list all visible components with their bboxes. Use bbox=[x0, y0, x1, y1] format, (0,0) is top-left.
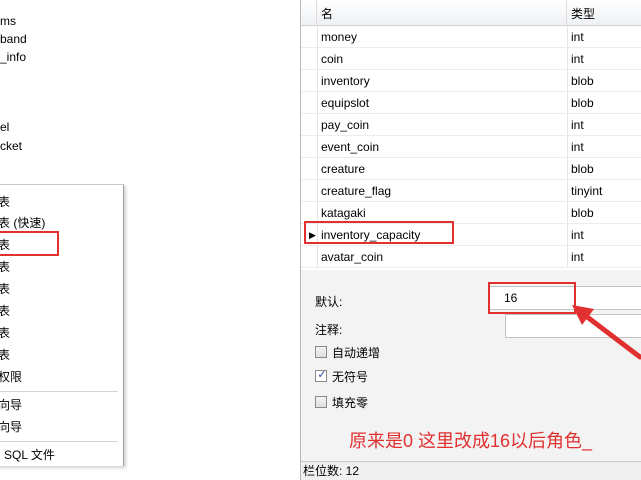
menu-item[interactable]: 表 bbox=[0, 300, 120, 322]
field-type[interactable]: tinyint bbox=[567, 180, 641, 202]
field-name[interactable]: avatar_coin bbox=[317, 246, 567, 268]
default-label: 默认: bbox=[315, 295, 343, 309]
field-name[interactable]: creature_flag bbox=[317, 180, 567, 202]
table-row[interactable]: creature_flag tinyint bbox=[301, 180, 641, 202]
auto-increment-checkbox[interactable] bbox=[315, 346, 327, 358]
header-type[interactable]: 类型 bbox=[567, 0, 641, 26]
header-indicator-cell bbox=[301, 0, 317, 26]
field-name[interactable]: creature bbox=[317, 158, 567, 180]
field-type[interactable]: int bbox=[567, 246, 641, 268]
field-name[interactable]: equipslot bbox=[317, 92, 567, 114]
grid-header: 名 类型 bbox=[301, 0, 641, 26]
field-type[interactable]: blob bbox=[567, 158, 641, 180]
field-type[interactable]: blob bbox=[567, 92, 641, 114]
highlight-box bbox=[0, 231, 59, 256]
field-name[interactable]: event_coin bbox=[317, 136, 567, 158]
table-row[interactable]: equipslot blob bbox=[301, 92, 641, 114]
status-bar: 栏位数: 12 bbox=[301, 461, 641, 480]
auto-increment-label: 自动递增 bbox=[332, 346, 381, 360]
field-name[interactable]: coin bbox=[317, 48, 567, 70]
annotation-text: 原来是0 这里改成16以后角色_ bbox=[349, 431, 593, 451]
menu-item[interactable]: 向导 bbox=[0, 416, 120, 438]
table-row[interactable]: event_coin int bbox=[301, 136, 641, 158]
tree-item[interactable]: ms bbox=[0, 12, 16, 30]
field-type[interactable]: blob bbox=[567, 70, 641, 92]
context-menu: 表 表 (快速) 表 表 表 表 表 表 权限 向导 向导 i SQL 文件 bbox=[0, 184, 124, 466]
menu-separator bbox=[0, 391, 118, 392]
field-name[interactable]: inventory bbox=[317, 70, 567, 92]
unsigned-label: 无符号 bbox=[332, 370, 369, 384]
field-type[interactable]: int bbox=[567, 26, 641, 48]
unsigned-checkbox[interactable]: ✓ bbox=[315, 369, 327, 382]
field-name[interactable]: money bbox=[317, 26, 567, 48]
tree-item[interactable]: el bbox=[0, 118, 9, 136]
menu-item[interactable]: 权限 bbox=[0, 366, 120, 388]
header-name[interactable]: 名 bbox=[317, 0, 567, 26]
highlight-box bbox=[304, 221, 454, 244]
red-arrow-icon bbox=[572, 305, 641, 360]
field-type[interactable]: blob bbox=[567, 202, 641, 224]
menu-item[interactable]: 表 bbox=[0, 344, 120, 366]
field-type[interactable]: int bbox=[567, 48, 641, 70]
menu-item[interactable]: 向导 bbox=[0, 394, 120, 416]
menu-item[interactable]: 表 bbox=[0, 322, 120, 344]
menu-separator bbox=[0, 441, 118, 442]
menu-item[interactable]: 表 bbox=[0, 256, 120, 278]
field-name[interactable]: pay_coin bbox=[317, 114, 567, 136]
menu-item[interactable]: 表 bbox=[0, 278, 120, 300]
tree-item[interactable]: cket bbox=[0, 137, 22, 155]
field-type[interactable]: int bbox=[567, 114, 641, 136]
table-row[interactable]: avatar_coin int bbox=[301, 246, 641, 268]
zerofill-checkbox[interactable] bbox=[315, 396, 327, 408]
table-row[interactable]: coin int bbox=[301, 48, 641, 70]
field-type[interactable]: int bbox=[567, 136, 641, 158]
field-type[interactable]: int bbox=[567, 224, 641, 246]
table-row[interactable]: money int bbox=[301, 26, 641, 48]
table-row[interactable]: creature blob bbox=[301, 158, 641, 180]
menu-item[interactable]: 表 bbox=[0, 191, 120, 213]
menu-item[interactable]: i SQL 文件 bbox=[0, 444, 120, 466]
table-row[interactable]: inventory blob bbox=[301, 70, 641, 92]
comment-label: 注释: bbox=[315, 323, 343, 337]
tree-item[interactable]: _info bbox=[0, 48, 26, 66]
zerofill-label: 填充零 bbox=[332, 396, 369, 410]
checkmark-icon: ✓ bbox=[317, 369, 327, 381]
table-row[interactable]: pay_coin int bbox=[301, 114, 641, 136]
tree-item[interactable]: band bbox=[0, 30, 27, 48]
